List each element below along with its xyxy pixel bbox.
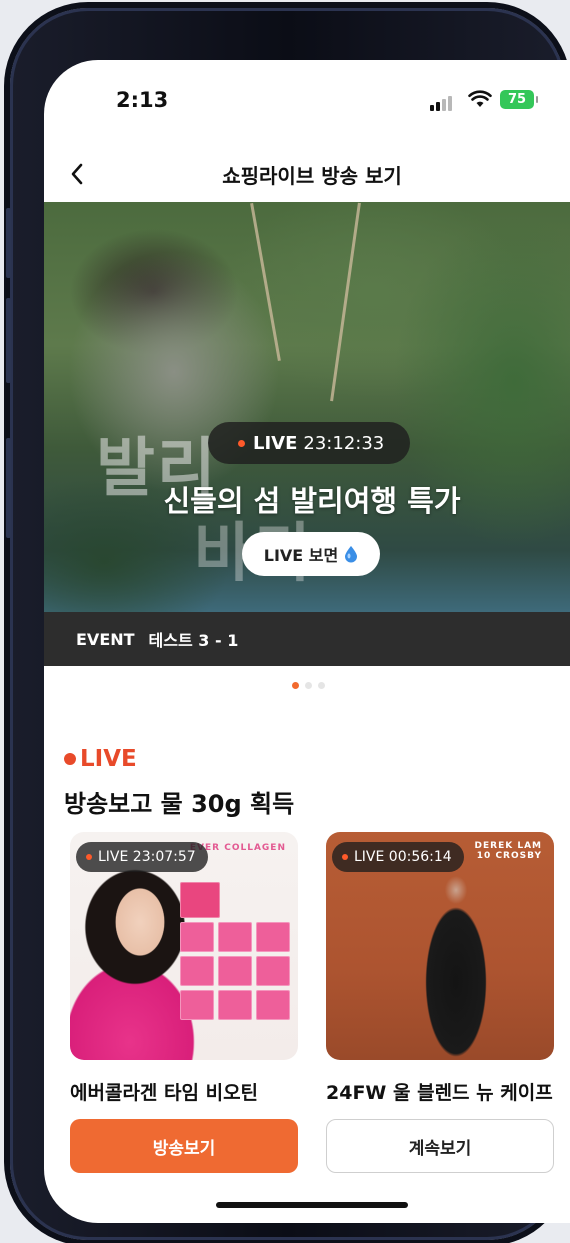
product-box [180, 990, 214, 1020]
watch-live-button[interactable]: LIVE 보면 [242, 532, 380, 576]
side-button [6, 438, 11, 538]
card-live-badge: LIVE 23:07:57 [76, 842, 208, 872]
hero-banner[interactable]: 발리 바다 LIVE 23:12:33 신들의 섬 발리여행 특가 LIVE 보… [44, 202, 570, 612]
volume-up-button [6, 208, 11, 278]
carousel-indicator [292, 682, 325, 689]
product-box [256, 990, 290, 1020]
product-name[interactable]: 24FW 울 블렌드 뉴 케이프 [326, 1078, 556, 1105]
battery-icon: 75 [500, 90, 538, 109]
status-bar: 2:13 75 [44, 60, 570, 146]
product-thumbnail[interactable]: DEREK LAM 10 CROSBY LIVE 00:56:14 [326, 832, 554, 1060]
continue-watching-button[interactable]: 계속보기 [326, 1119, 554, 1173]
status-time: 2:13 [116, 88, 169, 112]
event-bar[interactable]: EVENT 테스트 3 - 1 [44, 612, 570, 666]
water-drop-icon [345, 546, 358, 563]
hero-live-badge: LIVE 23:12:33 [208, 422, 411, 464]
product-box [180, 882, 220, 918]
product-box [180, 922, 214, 952]
live-heading-label: LIVE [80, 746, 137, 772]
carousel-dot[interactable] [318, 682, 325, 689]
live-card[interactable]: DEREK LAM 10 CROSBY LIVE 00:56:14 24FW 울… [326, 832, 556, 1173]
event-tag: EVENT [76, 629, 135, 649]
card-live-badge: LIVE 00:56:14 [332, 842, 464, 872]
screen: 2:13 75 쇼핑라이브 방송 보기 발리 바다 [44, 60, 570, 1223]
card-live-label: LIVE 23:07:57 [98, 849, 196, 865]
volume-down-button [6, 298, 11, 383]
watch-broadcast-button[interactable]: 방송보기 [70, 1119, 298, 1173]
live-dot-icon [86, 854, 92, 860]
hero-title: 신들의 섬 발리여행 특가 [163, 484, 461, 518]
phone-frame: 2:13 75 쇼핑라이브 방송 보기 발리 바다 [6, 8, 570, 1240]
event-name: 테스트 3 - 1 [148, 631, 239, 650]
battery-level: 75 [507, 92, 527, 107]
carousel-dot[interactable] [292, 682, 299, 689]
card-live-label: LIVE 00:56:14 [354, 849, 452, 865]
product-box [218, 922, 252, 952]
live-label: LIVE [253, 432, 298, 454]
product-box [218, 956, 252, 986]
live-card[interactable]: EVER COLLAGEN LIVE 23:07:57 에버콜라겐 타임 비오틴… [70, 832, 300, 1173]
live-section-subtitle: 방송보고 물 30g 획득 [64, 790, 295, 818]
product-thumbnail[interactable]: EVER COLLAGEN LIVE 23:07:57 [70, 832, 298, 1060]
thumbnail-brand-text: DEREK LAM 10 CROSBY [474, 841, 542, 861]
hero-rope [250, 202, 281, 362]
nav-bar: 쇼핑라이브 방송 보기 [44, 146, 570, 202]
product-box [180, 956, 214, 986]
product-box [256, 922, 290, 952]
signal-icon [430, 96, 452, 111]
live-section-heading: LIVE [64, 746, 137, 772]
home-indicator [216, 1202, 408, 1208]
watch-live-label: LIVE 보면 [263, 546, 339, 565]
product-name[interactable]: 에버콜라겐 타임 비오틴 [70, 1078, 300, 1105]
live-dot-icon [342, 854, 348, 860]
live-dot-icon [238, 439, 245, 447]
product-box [256, 956, 290, 986]
product-box [218, 990, 252, 1020]
page-title: 쇼핑라이브 방송 보기 [222, 164, 402, 188]
live-dot-icon [64, 753, 76, 765]
wifi-icon [468, 90, 492, 107]
hero-rope [330, 202, 361, 402]
live-countdown: 23:12:33 [303, 432, 385, 454]
carousel-dot[interactable] [305, 682, 312, 689]
